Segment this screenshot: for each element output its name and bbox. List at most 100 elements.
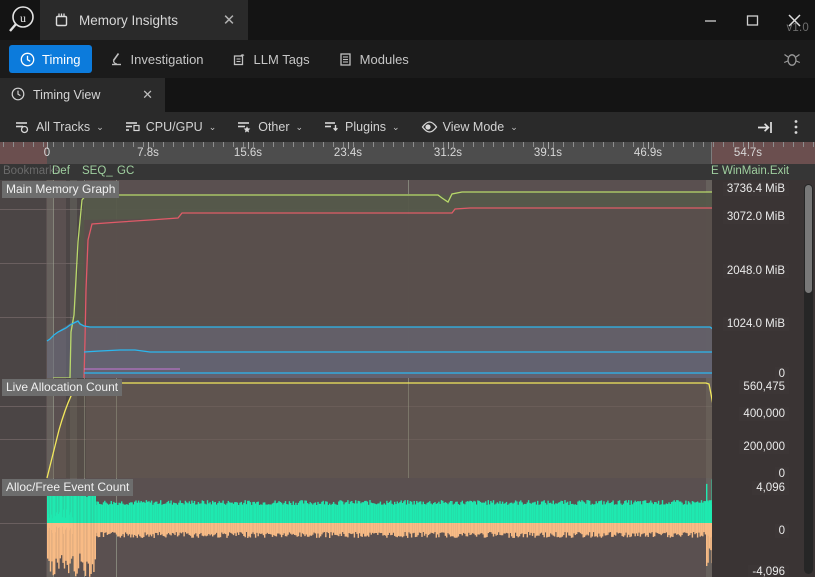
view-tab-bar: Timing View ✕ [0, 78, 815, 112]
ruler-tick [383, 142, 384, 147]
mode-llm-tags[interactable]: LLM Tags [221, 45, 321, 73]
ruler-tick [783, 142, 784, 147]
minimize-button[interactable] [689, 0, 731, 40]
plugins-button[interactable]: Plugins ⌄ [317, 115, 407, 139]
mode-llm-tags-label: LLM Tags [254, 52, 310, 67]
axis-label-memory: 3072.0 MiB [723, 210, 789, 224]
mode-timing[interactable]: Timing [9, 45, 92, 73]
track-label-alloc-free-event-count[interactable]: Alloc/Free Event Count [2, 479, 133, 496]
microscope-icon [109, 52, 124, 67]
mode-modules[interactable]: Modules [327, 45, 420, 73]
ruler-tick [173, 142, 174, 147]
cpu-gpu-button[interactable]: CPU/GPU ⌄ [118, 115, 224, 139]
bookmark-event[interactable]: SEQ_ [82, 165, 113, 177]
bookmark-event[interactable]: E [711, 165, 719, 177]
ruler-tick [583, 142, 584, 147]
bookmark-event[interactable]: GC [117, 165, 134, 177]
ruler-tick [263, 142, 264, 147]
ruler-tick [803, 142, 804, 147]
ruler-tick [133, 142, 134, 147]
close-icon[interactable]: ✕ [222, 13, 236, 28]
ruler-tick [53, 142, 54, 147]
view-mode-button[interactable]: View Mode ⌄ [414, 115, 525, 139]
ruler-tick [223, 142, 224, 147]
ruler-tick [3, 142, 4, 147]
track-live-allocation-count[interactable]: Live Allocation Count [0, 378, 815, 478]
ruler-tick [613, 142, 614, 147]
ruler-tick [513, 142, 514, 147]
tracks-download-icon [324, 120, 340, 134]
mode-investigation[interactable]: Investigation [98, 45, 215, 73]
chevron-down-icon: ⌄ [510, 122, 518, 133]
clock-icon [20, 52, 35, 67]
axis-label-alloc-count: 0 [775, 467, 789, 481]
other-button[interactable]: Other ⌄ [230, 115, 310, 139]
view-tab-label: Timing View [33, 88, 134, 102]
ruler-tick [303, 142, 304, 147]
bookmark-event[interactable]: WinMain.Exit [722, 165, 789, 177]
ruler-tick [573, 142, 574, 147]
ruler-time-label: 0 [44, 147, 50, 159]
version-label: v1.0 [786, 22, 809, 34]
toolbar-right-actions [753, 112, 809, 142]
ruler-tick [183, 142, 184, 147]
bug-icon[interactable] [781, 49, 803, 69]
axis-label-memory: 1024.0 MiB [723, 317, 789, 331]
ruler-tick [393, 142, 394, 147]
ruler-tick [703, 142, 704, 147]
memory-insights-window: u Memory Insights ✕ [0, 0, 815, 577]
tag-list-icon [232, 52, 247, 67]
ruler-tick [293, 142, 294, 147]
tab-label: Memory Insights [79, 13, 213, 28]
axis-label-events: 0 [775, 524, 789, 538]
scroll-to-end-icon[interactable] [753, 115, 779, 139]
document-list-icon [338, 52, 353, 67]
chevron-down-icon: ⌄ [296, 122, 304, 133]
svg-text:u: u [20, 11, 26, 25]
chevron-down-icon: ⌄ [209, 122, 217, 133]
mode-modules-label: Modules [360, 52, 409, 67]
eye-icon [421, 120, 438, 134]
maximize-button[interactable] [731, 0, 773, 40]
cpu-gpu-label: CPU/GPU [146, 120, 203, 134]
all-tracks-button[interactable]: All Tracks ⌄ [8, 115, 111, 139]
ruler-tick [63, 142, 64, 147]
tracks-star-icon [237, 120, 253, 134]
ruler-tick [13, 142, 14, 147]
ruler-tick [773, 142, 774, 147]
tab-timing-view[interactable]: Timing View ✕ [0, 78, 165, 112]
track-alloc-free-event-count[interactable]: Alloc/Free Event Count [0, 478, 815, 577]
ruler-tick [483, 142, 484, 147]
close-button[interactable] [773, 0, 815, 40]
track-filter-toolbar: All Tracks ⌄ CPU/GPU ⌄ Other ⌄ Plugins ⌄ [0, 112, 815, 142]
vertical-scrollbar[interactable] [804, 184, 813, 574]
plugins-label: Plugins [345, 120, 386, 134]
close-icon[interactable]: ✕ [142, 87, 153, 103]
ruler-tick [493, 142, 494, 147]
ruler-tick [273, 142, 274, 147]
ruler-tick [323, 142, 324, 147]
track-main-memory-graph[interactable]: Main Memory Graph [0, 180, 815, 378]
time-ruler[interactable]: 07.8s15.6s23.4s31.2s39.1s46.9s54.7s [0, 142, 815, 164]
ruler-tick [123, 142, 124, 147]
bookmarks-row[interactable]: Bookmarks Def SEQ_ GC E WinMain.Exit [0, 164, 815, 180]
timing-tracks-area[interactable]: Main Memory Graph Live Allocation Count [0, 180, 815, 577]
all-tracks-label: All Tracks [36, 120, 90, 134]
ruler-tick [503, 142, 504, 147]
track-label-live-allocation-count[interactable]: Live Allocation Count [2, 379, 122, 396]
memory-chip-icon [53, 13, 70, 28]
mode-bar: Timing Investigation LLM Tags Modules [0, 40, 815, 78]
ruler-tick [83, 142, 84, 147]
chevron-down-icon: ⌄ [96, 122, 104, 133]
track-label-main-memory-graph[interactable]: Main Memory Graph [2, 181, 119, 198]
axis-label-alloc-count: 560,475 [739, 380, 789, 394]
ruler-time-label: 46.9s [634, 147, 662, 159]
tab-memory-insights[interactable]: Memory Insights ✕ [40, 0, 248, 40]
ruler-tick [793, 142, 794, 147]
kebab-menu-icon[interactable] [783, 115, 809, 139]
axis-label-memory: 0 [775, 367, 789, 381]
scrollbar-thumb[interactable] [805, 185, 812, 293]
view-mode-label: View Mode [443, 120, 505, 134]
ruler-time-label: 31.2s [434, 147, 462, 159]
bookmark-event[interactable]: Def [52, 165, 70, 177]
